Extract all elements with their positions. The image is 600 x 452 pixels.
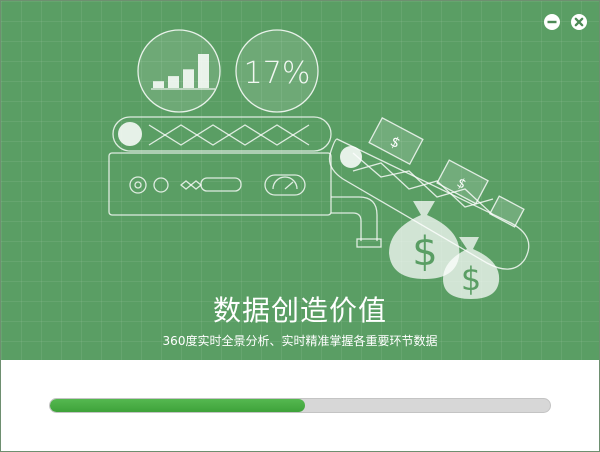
money-bill-icon: $ [368, 116, 424, 166]
machine-box [108, 152, 332, 216]
subheadline: 360度实时全景分析、实时精准掌握各重要环节数据 [162, 334, 438, 348]
hero-banner: 17% $ $ $ $ 数据创造价值 360度实时全景分析、实时精准掌握各重要环… [1, 1, 599, 360]
gear-icon [340, 146, 362, 168]
bar-chart-bar [153, 81, 164, 88]
bar-chart-badge [137, 29, 221, 113]
progress-bar [49, 398, 551, 413]
percent-text: 17% [244, 56, 311, 91]
headline: 数据创造价值 [212, 294, 387, 327]
percent-badge: 17% [235, 29, 319, 113]
bar-chart-bar [198, 54, 209, 88]
progress-fill [50, 399, 305, 412]
close-button[interactable] [570, 13, 588, 31]
minus-circle-icon [544, 14, 560, 30]
conveyor-belt [112, 116, 332, 152]
money-bill-icon [488, 195, 525, 228]
installer-window: 17% $ $ $ $ 数据创造价值 360度实时全景分析、实时精准掌握各重要环… [0, 0, 600, 452]
gear-icon [118, 122, 142, 146]
money-bill-icon: $ [436, 159, 489, 205]
pipe [331, 196, 382, 248]
close-circle-icon [571, 14, 587, 30]
bar-chart-bar [183, 69, 194, 88]
svg-text:$: $ [412, 229, 437, 275]
bar-chart-bar [168, 76, 179, 88]
minimize-button[interactable] [543, 13, 561, 31]
